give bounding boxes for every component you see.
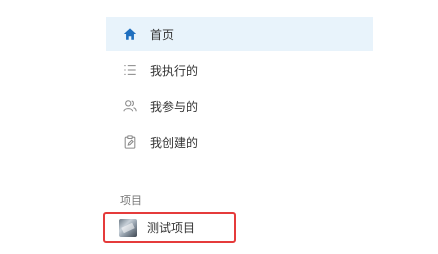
project-item[interactable]: 测试项目 bbox=[103, 212, 236, 243]
sidebar-panel: 首页 我执行的 我参与的 我创建的 项目 测试项目 bbox=[0, 0, 438, 254]
sidebar-item-label: 首页 bbox=[150, 27, 175, 42]
sidebar-item-created[interactable]: 我创建的 bbox=[106, 125, 198, 159]
project-thumbnail bbox=[119, 218, 137, 237]
users-icon bbox=[122, 98, 138, 114]
sidebar-item-assigned[interactable]: 我执行的 bbox=[106, 53, 198, 87]
clipboard-edit-icon bbox=[122, 134, 138, 150]
section-title-projects: 项目 bbox=[120, 194, 142, 207]
list-icon bbox=[122, 62, 138, 78]
project-label: 测试项目 bbox=[147, 221, 196, 235]
sidebar-item-label: 我创建的 bbox=[150, 135, 199, 150]
sidebar-item-home[interactable]: 首页 bbox=[106, 17, 373, 51]
home-icon bbox=[122, 26, 138, 42]
sidebar-item-label: 我执行的 bbox=[150, 63, 199, 78]
sidebar-item-participated[interactable]: 我参与的 bbox=[106, 89, 198, 123]
sidebar-item-label: 我参与的 bbox=[150, 99, 199, 114]
